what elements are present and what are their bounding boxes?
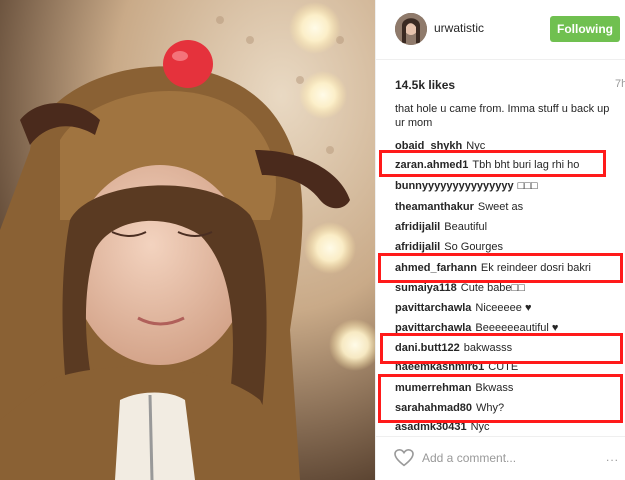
comment-username[interactable]: sumaiya118	[395, 282, 457, 294]
username-link[interactable]: urwatistic	[434, 21, 484, 35]
post-header: urwatistic Following	[376, 0, 625, 60]
following-button[interactable]: Following	[550, 16, 620, 42]
list-item: sumaiya118 Cute babe□□	[395, 281, 525, 295]
comment-text: Cute babe□□	[460, 282, 525, 294]
comment-username[interactable]: theamanthakur	[395, 201, 474, 213]
highlight-box	[378, 374, 623, 423]
list-item: afridijalil So Gourges	[395, 240, 503, 254]
list-item: theamanthakur Sweet as	[395, 200, 523, 214]
post-photo[interactable]	[0, 0, 375, 480]
add-comment-input[interactable]: Add a comment...	[422, 451, 516, 465]
comment-username[interactable]: bunnyyyyyyyyyyyyyyy	[395, 180, 514, 192]
list-item: pavittarchawla Niceeeee ♥	[395, 301, 532, 315]
comment-text: Sweet as	[477, 201, 524, 213]
post-side-panel: urwatistic Following 14.5k likes 7h that…	[375, 0, 625, 480]
highlight-box	[380, 333, 623, 364]
comment-text: □□□	[517, 180, 538, 192]
more-options-icon[interactable]: ...	[606, 450, 619, 464]
comment-username[interactable]: pavittarchawla	[395, 302, 471, 314]
avatar[interactable]	[395, 13, 427, 45]
comment-username[interactable]: afridijalil	[395, 241, 440, 253]
comment-username[interactable]: afridijalil	[395, 221, 440, 233]
highlight-box	[379, 150, 606, 177]
comment-text: So Gourges	[444, 241, 503, 253]
likes-count[interactable]: 14.5k likes	[395, 78, 455, 92]
photo-illustration	[0, 0, 375, 480]
comment-text: Niceeeee ♥	[475, 302, 532, 314]
caption-text: that hole u came from. Imma stuff u back…	[395, 103, 610, 129]
highlight-box	[378, 253, 623, 283]
post-age: 7h	[615, 78, 625, 90]
comment-text: Beautiful	[444, 221, 488, 233]
heart-icon[interactable]	[394, 448, 414, 472]
list-item: bunnyyyyyyyyyyyyyyy □□□	[395, 179, 538, 193]
avatar-image	[395, 13, 427, 45]
comment-bar: Add a comment... ...	[376, 436, 625, 480]
list-item: afridijalil Beautiful	[395, 220, 487, 234]
